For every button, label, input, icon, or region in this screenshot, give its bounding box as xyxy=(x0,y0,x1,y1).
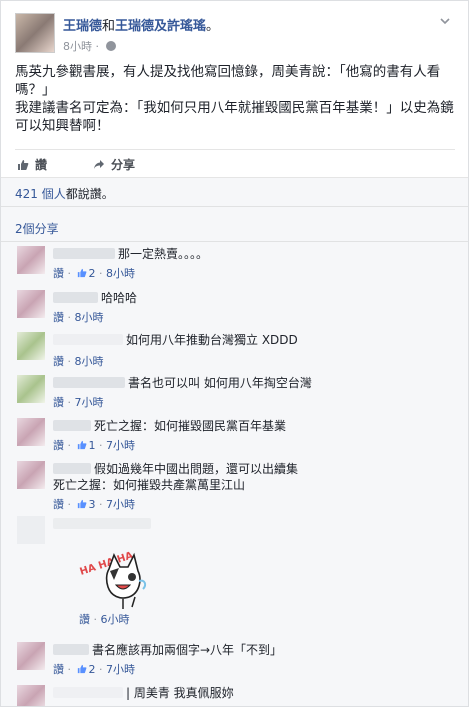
share-label: 分享 xyxy=(111,158,136,172)
commenter-name[interactable] xyxy=(53,377,125,388)
shares-link[interactable]: 2個分享 xyxy=(1,214,468,242)
comment-text: 哈哈哈 xyxy=(101,291,138,305)
comment-time[interactable]: 7小時 xyxy=(106,439,135,452)
like-button[interactable]: 讚 xyxy=(17,156,47,173)
comment-time[interactable]: 7小時 xyxy=(106,498,135,511)
commenter-name[interactable] xyxy=(53,420,91,431)
commenter-name[interactable] xyxy=(53,334,123,345)
post-time[interactable]: 8小時 xyxy=(63,40,92,53)
meta-separator: · xyxy=(99,439,103,452)
commenter-name[interactable] xyxy=(53,248,115,259)
commenter-name[interactable] xyxy=(53,518,151,529)
commenter-name[interactable] xyxy=(53,463,91,474)
commenter-avatar[interactable] xyxy=(17,461,45,489)
comment-meta: 讚 · 2 · 8小時 xyxy=(53,266,457,282)
like-label: 讚 xyxy=(35,158,48,172)
comment-like-link[interactable]: 讚 xyxy=(53,355,64,368)
comment-text: 死亡之握：如何摧毀國民黨百年基業 xyxy=(94,419,287,433)
meta-separator: · xyxy=(67,396,72,409)
post-body-line2: 我建議書名可定為：「我如何只用八年就摧毀國民黨百年基業！」以史為鏡可以知興替啊！ xyxy=(15,100,454,134)
comment-text: 書名應該再加兩個字→八年「不到」 xyxy=(92,643,283,657)
comment-like-link[interactable]: 讚 xyxy=(53,439,64,452)
author-avatar[interactable] xyxy=(15,13,55,53)
comment-like-link[interactable]: 讚 xyxy=(53,311,64,324)
comment-like-link[interactable]: 讚 xyxy=(53,663,64,676)
commenter-avatar[interactable] xyxy=(17,375,45,403)
commenter-avatar[interactable] xyxy=(17,685,45,706)
comment-meta: 讚 · 3 · 7小時 xyxy=(53,497,457,513)
comment-meta: 讚 · 7小時 xyxy=(53,395,457,411)
post-meta: 8小時 · xyxy=(63,38,116,54)
comment-like-count[interactable]: 2 xyxy=(89,267,96,280)
comment-text-line2: 死亡之握：如何摧毀共產黨萬里江山 xyxy=(53,478,246,492)
comment-time[interactable]: 7小時 xyxy=(75,396,104,409)
with-text: 和 xyxy=(102,19,116,34)
author-line: 王瑞德和王瑞德及許瑤瑤。 xyxy=(63,15,219,34)
commenter-avatar[interactable] xyxy=(17,642,45,670)
comment-time[interactable]: 8小時 xyxy=(106,267,135,280)
comment-time[interactable]: 8小時 xyxy=(75,355,104,368)
comment-text: 那一定熱賣。。。。 xyxy=(118,247,209,261)
post-header: 王瑞德和王瑞德及許瑤瑤。 8小時 · xyxy=(15,13,455,53)
comment-time[interactable]: 7小時 xyxy=(106,663,135,676)
comment-text: 書名也可以叫 如何用八年掏空台灣 xyxy=(128,376,312,390)
title-dot: 。 xyxy=(206,19,220,34)
comment-like-count[interactable]: 1 xyxy=(89,439,96,452)
post-body-line1: 馬英九參觀書展，有人提及找他寫回憶錄，周美青說：「他寫的書有人看嗎？」 xyxy=(15,64,441,98)
like-count-icon xyxy=(77,664,86,674)
meta-separator: · xyxy=(67,439,72,452)
likes-count[interactable]: 421 個人 xyxy=(15,187,66,201)
thumbs-up-icon xyxy=(18,160,29,170)
like-count-icon xyxy=(77,268,86,278)
like-count-icon xyxy=(77,499,86,509)
laughing-cat-sticker: HA HA HA xyxy=(61,549,153,611)
meta-separator: · xyxy=(67,663,72,676)
commenter-avatar[interactable] xyxy=(17,290,45,318)
share-button[interactable]: 分享 xyxy=(93,156,135,173)
comment-text: 如何用八年推動台灣獨立 XDDD xyxy=(126,333,298,347)
meta-separator: · xyxy=(67,355,72,368)
meta-separator: · xyxy=(67,498,72,511)
comment-like-link[interactable]: 讚 xyxy=(79,613,90,626)
comment-text: | 周美青 我真佩服妳 xyxy=(126,686,234,700)
comment-like-count[interactable]: 3 xyxy=(89,498,96,511)
comment-meta: 讚 · 8小時 xyxy=(53,354,457,370)
commenter-name[interactable] xyxy=(53,292,98,303)
meta-separator: · xyxy=(67,311,72,324)
author-name[interactable]: 王瑞德 xyxy=(63,19,102,34)
share-icon xyxy=(94,160,104,169)
meta-separator: · xyxy=(95,40,100,53)
meta-separator: · xyxy=(99,663,103,676)
comment-meta: 讚 · 2 · 7小時 xyxy=(53,662,457,678)
chevron-down-icon[interactable] xyxy=(439,15,451,27)
commenter-avatar[interactable] xyxy=(17,516,45,544)
comment-like-link[interactable]: 讚 xyxy=(53,396,64,409)
post-card: 王瑞德和王瑞德及許瑤瑤。 8小時 · 馬英九參觀書展，有人提及找他寫回憶錄，周美… xyxy=(0,0,469,707)
comment-text: 假如過幾年中國出問題，還可以出續集 xyxy=(94,462,299,476)
commenter-avatar[interactable] xyxy=(17,418,45,446)
commenter-name[interactable] xyxy=(53,644,89,655)
comment-meta: 讚 · 1 · 7小時 xyxy=(53,438,457,454)
tagged-users[interactable]: 王瑞德及許瑤瑤 xyxy=(115,19,206,34)
meta-separator: · xyxy=(67,267,72,280)
comment-like-count[interactable]: 2 xyxy=(89,663,96,676)
comment-time[interactable]: 6小時 xyxy=(101,613,130,626)
globe-icon[interactable] xyxy=(105,41,116,51)
comment-time[interactable]: 8小時 xyxy=(75,311,104,324)
meta-separator: · xyxy=(99,498,103,511)
comment-like-link[interactable]: 讚 xyxy=(53,498,64,511)
like-count-icon xyxy=(77,440,86,450)
commenter-avatar[interactable] xyxy=(17,332,45,360)
likes-summary: 421 個人都說讚。 xyxy=(1,178,468,207)
post-body: 馬英九參觀書展，有人提及找他寫回憶錄，周美青說：「他寫的書有人看嗎？」 我建議書… xyxy=(15,63,455,135)
meta-separator: · xyxy=(93,613,98,626)
comment-like-link[interactable]: 讚 xyxy=(53,267,64,280)
post-actions: 讚 分享 xyxy=(15,149,455,177)
likes-suffix: 都說讚。 xyxy=(65,187,114,201)
meta-separator: · xyxy=(99,267,103,280)
comment-meta: 讚 · 8小時 xyxy=(53,310,457,326)
commenter-name[interactable] xyxy=(53,687,123,698)
comment-meta: 讚 · 6小時 xyxy=(79,611,130,627)
commenter-avatar[interactable] xyxy=(17,246,45,274)
